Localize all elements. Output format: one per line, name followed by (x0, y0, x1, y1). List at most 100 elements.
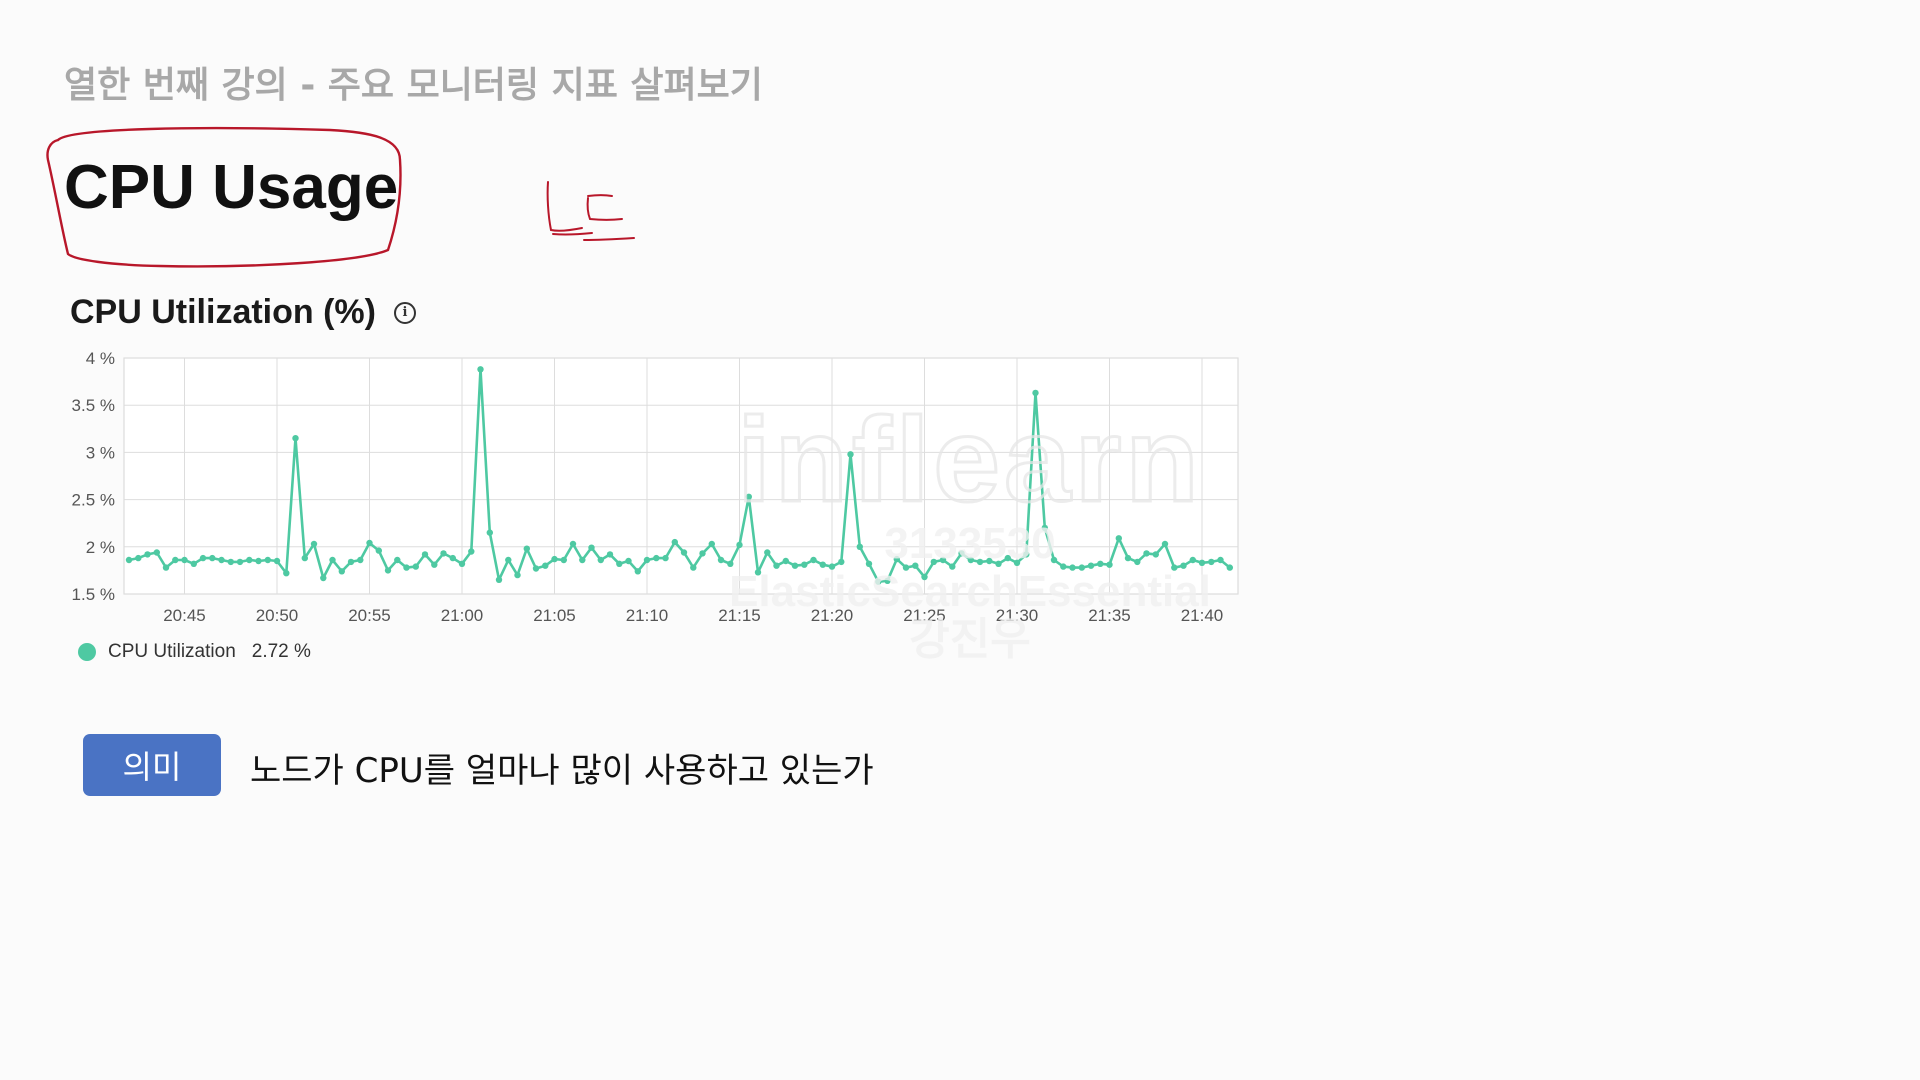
data-point (255, 557, 262, 565)
data-point (902, 564, 910, 571)
legend-color-dot (78, 643, 96, 661)
chart-legend[interactable]: CPU Utilization 2.72 % (78, 641, 311, 663)
data-point (1189, 556, 1197, 564)
data-point (162, 564, 170, 571)
legend-label: CPU Utilization (108, 641, 236, 662)
data-point (1050, 556, 1058, 564)
data-point (209, 554, 216, 562)
data-point (1152, 551, 1160, 558)
data-point (995, 560, 1002, 567)
data-point (468, 548, 475, 555)
data-point (301, 554, 308, 562)
data-point (754, 569, 762, 576)
x-tick-label: 21:15 (718, 606, 761, 625)
data-point (1134, 558, 1141, 566)
data-point (782, 557, 789, 565)
data-point (717, 556, 725, 564)
data-point (690, 564, 697, 571)
y-tick-label: 2 % (86, 538, 115, 557)
data-point (625, 557, 632, 565)
slide: 열한 번째 강의 - 주요 모니터링 지표 살펴보기 CPU Usage CPU… (0, 0, 1920, 1080)
data-point (551, 555, 558, 563)
data-point (125, 556, 133, 564)
data-point (495, 576, 503, 583)
data-point (153, 549, 160, 556)
data-point (606, 551, 614, 558)
data-point (172, 556, 179, 564)
data-point (505, 556, 512, 564)
data-point (1004, 554, 1011, 562)
data-point (616, 560, 623, 567)
data-point (708, 540, 715, 548)
data-point (1180, 562, 1187, 569)
data-point (819, 561, 826, 568)
data-point (1087, 562, 1095, 569)
data-point (856, 543, 863, 550)
data-point (273, 557, 281, 565)
data-point (1217, 556, 1224, 564)
x-tick-label: 20:55 (348, 606, 391, 625)
x-tick-label: 21:10 (626, 606, 669, 625)
x-tick-label: 20:50 (256, 606, 299, 625)
data-point (967, 556, 974, 564)
data-point (958, 550, 965, 557)
data-point (338, 568, 345, 575)
data-point (791, 562, 799, 569)
data-point (653, 554, 660, 562)
data-point (366, 539, 373, 547)
data-point (329, 556, 336, 564)
data-point (773, 562, 780, 569)
data-point (264, 556, 271, 564)
data-point (227, 558, 234, 566)
data-point (569, 540, 577, 548)
x-tick-label: 21:05 (533, 606, 576, 625)
y-tick-label: 4 % (86, 349, 115, 368)
data-point (976, 558, 984, 566)
x-tick-label: 21:30 (996, 606, 1039, 625)
data-point (1106, 561, 1113, 568)
legend-value: 2.72 % (251, 641, 311, 662)
data-point (310, 540, 318, 548)
data-point (144, 551, 151, 558)
data-point (347, 558, 355, 566)
data-point (1124, 554, 1132, 562)
data-point (1115, 535, 1123, 542)
data-point (236, 558, 244, 566)
data-point (671, 538, 678, 546)
data-point (542, 562, 549, 569)
data-point (1171, 564, 1178, 571)
data-point (375, 547, 382, 554)
y-tick-label: 2.5 % (72, 491, 115, 510)
data-point (1041, 524, 1049, 532)
x-tick-label: 21:25 (903, 606, 946, 625)
data-point (597, 556, 604, 564)
data-point (579, 556, 586, 564)
x-tick-label: 21:40 (1181, 606, 1224, 625)
data-point (801, 561, 808, 568)
data-point (199, 554, 207, 562)
y-tick-label: 3.5 % (72, 396, 115, 415)
data-point (1097, 560, 1104, 567)
data-point (662, 554, 669, 562)
data-point (431, 561, 438, 568)
data-point (283, 570, 290, 577)
data-point (1023, 551, 1030, 558)
data-point (828, 563, 836, 570)
x-tick-label: 21:00 (441, 606, 484, 625)
data-point (745, 493, 752, 500)
data-point (357, 556, 364, 564)
meaning-text: 노드가 CPU를 얼마나 많이 사용하고 있는가 (250, 751, 874, 791)
x-tick-label: 21:35 (1088, 606, 1131, 625)
data-point (847, 451, 854, 458)
data-point (514, 571, 521, 579)
data-point (875, 578, 882, 585)
data-point (190, 560, 197, 567)
data-point (921, 573, 928, 581)
data-point (588, 544, 595, 551)
data-point (1208, 558, 1215, 566)
data-point (394, 556, 401, 564)
data-point (699, 550, 706, 557)
data-point (1013, 559, 1021, 566)
plot-area (123, 357, 1239, 595)
data-point (764, 549, 771, 556)
